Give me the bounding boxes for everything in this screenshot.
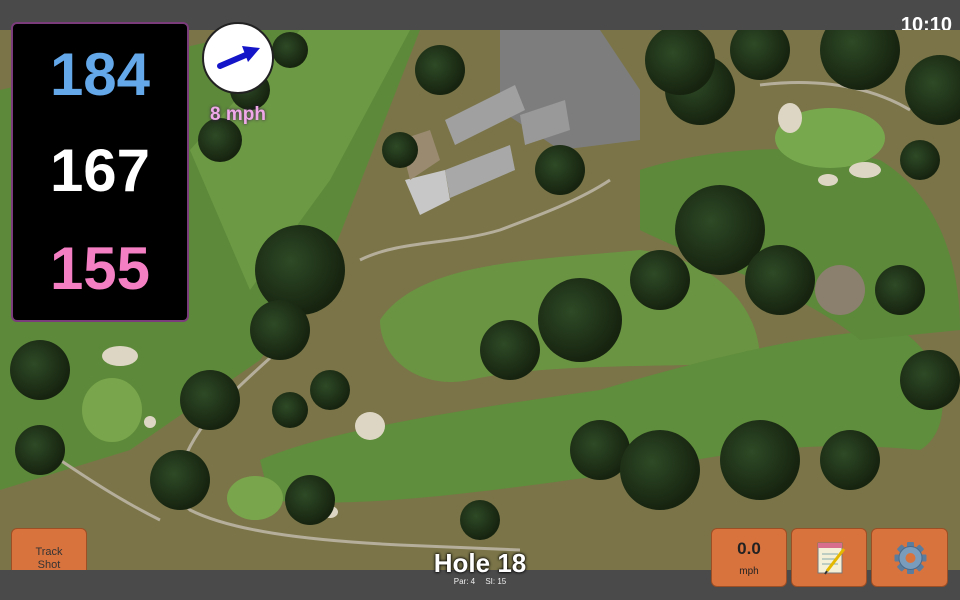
wind-direction-indicator (202, 22, 274, 94)
arrow-icon (217, 46, 260, 69)
wind-unit: mph (739, 566, 759, 577)
wind-speed-label: 8 mph (210, 104, 266, 125)
track-shot-label: Track Shot (35, 546, 63, 571)
hole-stroke-index: SI: 15 (485, 577, 507, 586)
notes-button[interactable] (791, 528, 867, 587)
settings-button[interactable] (871, 528, 948, 587)
hole-par: Par: 4 (453, 577, 476, 586)
front-distance: 155 (49, 235, 151, 302)
hole-info: Par: 4 SI: 15 (380, 577, 580, 586)
notepad-icon (817, 542, 846, 575)
wind-value: 0.0 (737, 539, 761, 558)
distance-panel: 184 167 155 (11, 22, 189, 322)
wind-speed-button[interactable]: 0.0 mph (711, 528, 787, 587)
hole-title: Hole 18 (433, 548, 527, 578)
back-distance: 184 (49, 41, 151, 108)
middle-distance: 167 (49, 137, 151, 204)
gear-icon (894, 542, 927, 574)
